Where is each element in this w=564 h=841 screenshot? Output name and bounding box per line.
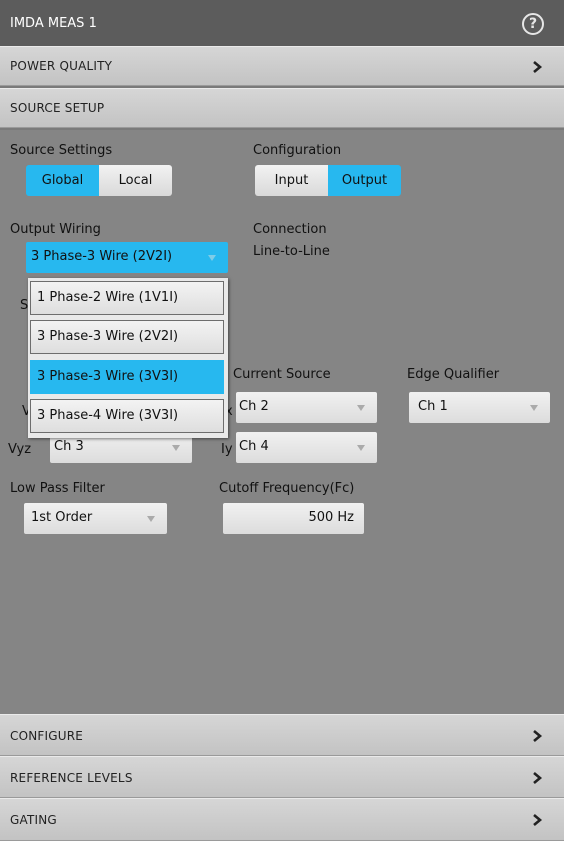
output-wiring-dropdown[interactable]: 3 Phase-3 Wire (2V2I) — [26, 242, 228, 273]
cutoff-frequency-input[interactable]: 500 Hz — [223, 503, 364, 534]
source-settings-label: Source Settings — [10, 143, 113, 158]
wiring-option-highlighted[interactable]: 3 Phase-3 Wire (3V3I) — [30, 360, 224, 394]
input-button[interactable]: Input — [255, 165, 328, 196]
output-wiring-value: 3 Phase-3 Wire (2V2I) — [31, 249, 173, 264]
low-pass-filter-value: 1st Order — [31, 510, 93, 525]
section-reference-levels[interactable]: REFERENCE LEVELS — [0, 756, 564, 798]
chevron-down-icon — [530, 405, 538, 411]
wiring-option[interactable]: 1 Phase-2 Wire (1V1I) — [30, 281, 224, 315]
wiring-option[interactable]: 3 Phase-3 Wire (2V2I) — [30, 320, 224, 354]
chevron-down-icon — [208, 255, 216, 261]
section-power-quality-label: POWER QUALITY — [10, 59, 113, 73]
low-pass-filter-label: Low Pass Filter — [10, 481, 105, 496]
cutoff-frequency-label: Cutoff Frequency(Fc) — [219, 481, 355, 496]
title-bar: IMDA MEAS 1 ? — [0, 0, 564, 46]
vyz-label: Vyz — [8, 442, 32, 457]
chevron-down-icon — [357, 445, 365, 451]
help-icon[interactable]: ? — [522, 13, 544, 35]
chevron-right-icon — [533, 814, 543, 826]
chevron-down-icon — [357, 405, 365, 411]
window-title: IMDA MEAS 1 — [10, 16, 97, 31]
section-configure-label: CONFIGURE — [10, 729, 84, 743]
configuration-toggle: Input Output — [255, 165, 401, 196]
section-power-quality[interactable]: POWER QUALITY — [0, 46, 564, 86]
section-source-setup[interactable]: SOURCE SETUP — [0, 88, 564, 128]
wiring-option[interactable]: 3 Phase-4 Wire (3V3I) — [30, 399, 224, 433]
section-gating-label: GATING — [10, 813, 57, 827]
iy-dropdown[interactable]: Ch 4 — [236, 432, 377, 463]
edge-qualifier-value: Ch 1 — [418, 399, 448, 414]
global-button[interactable]: Global — [26, 165, 99, 196]
connection-value: Line-to-Line — [253, 244, 330, 259]
current-source-label: Current Source — [233, 367, 331, 382]
edge-qualifier-dropdown[interactable]: Ch 1 — [409, 392, 550, 423]
section-configure[interactable]: CONFIGURE — [0, 714, 564, 756]
output-wiring-label: Output Wiring — [10, 222, 101, 237]
edge-qualifier-label: Edge Qualifier — [407, 367, 500, 382]
section-source-setup-label: SOURCE SETUP — [10, 101, 105, 115]
low-pass-filter-dropdown[interactable]: 1st Order — [24, 503, 167, 534]
chevron-down-icon — [172, 445, 180, 451]
section-gating[interactable]: GATING — [0, 798, 564, 841]
ix-value: Ch 2 — [239, 399, 269, 414]
vyz-value: Ch 3 — [54, 439, 84, 454]
output-button[interactable]: Output — [328, 165, 401, 196]
local-button[interactable]: Local — [99, 165, 172, 196]
chevron-right-icon — [533, 772, 543, 784]
cutoff-frequency-value: 500 Hz — [308, 510, 354, 525]
connection-label: Connection — [253, 222, 327, 237]
chevron-down-icon — [147, 516, 155, 522]
configuration-label: Configuration — [253, 143, 342, 158]
chevron-right-icon — [533, 730, 543, 742]
iy-value: Ch 4 — [239, 439, 269, 454]
iy-label: Iy — [221, 442, 233, 457]
section-reference-levels-label: REFERENCE LEVELS — [10, 771, 133, 785]
output-wiring-options-list: 1 Phase-2 Wire (1V1I) 3 Phase-3 Wire (2V… — [28, 278, 228, 438]
source-settings-toggle: Global Local — [26, 165, 172, 196]
ix-dropdown[interactable]: Ch 2 — [236, 392, 377, 423]
chevron-right-icon — [533, 61, 543, 73]
